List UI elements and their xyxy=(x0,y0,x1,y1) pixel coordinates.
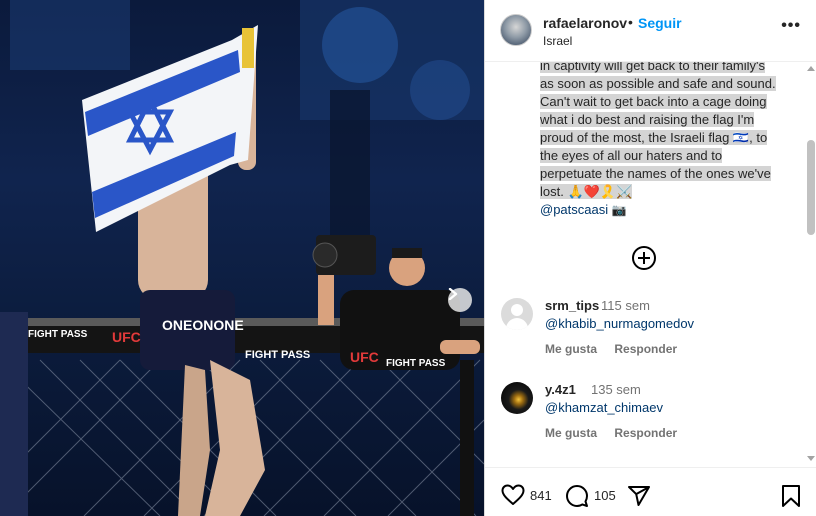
post-caption: in captivity will get back to their fami… xyxy=(540,62,802,219)
comments-count[interactable]: 105 xyxy=(594,488,616,503)
post-action-bar: 841 105 xyxy=(485,467,816,516)
share-icon[interactable] xyxy=(627,484,651,508)
caption-line: proud of the most, the Israeli flag 🇮🇱, … xyxy=(540,130,768,145)
likes-count[interactable]: 841 xyxy=(530,488,552,503)
caption-line: what i do best and raising the flag I'm xyxy=(540,112,755,127)
scrollbar-thumb[interactable] xyxy=(807,140,815,235)
credit-mention-link[interactable]: @patscaasi xyxy=(540,202,608,217)
comment-reply-button[interactable]: Responder xyxy=(614,342,677,356)
caption-line: in captivity will get back to their fami… xyxy=(540,62,766,73)
comment-actions: Me gusta Responder xyxy=(545,342,691,356)
photo-scene: FIGHT PASS UFC FIGHT PASS UFC FIGHT PASS… xyxy=(0,0,484,516)
scrollbar-up-arrow[interactable] xyxy=(807,66,815,71)
comment-username[interactable]: y.4z1 xyxy=(545,382,576,397)
post-header: rafaelaronov • Seguir Israel ••• xyxy=(485,0,816,62)
ufc-banner-right: UFC xyxy=(350,349,379,365)
comment-like-button[interactable]: Me gusta xyxy=(545,426,597,440)
caption-line: the eyes of all our haters and to xyxy=(540,148,723,163)
fightpass-banner-left: FIGHT PASS xyxy=(28,329,88,340)
comment-reply-button[interactable]: Responder xyxy=(614,426,677,440)
comment-text-mention[interactable]: @khabib_nurmagomedov xyxy=(545,316,694,331)
scrollbar-down-arrow[interactable] xyxy=(807,456,815,461)
follow-button[interactable]: Seguir xyxy=(638,15,682,31)
comment-time[interactable]: 115 sem xyxy=(601,298,650,313)
camera-emoji: 📷 xyxy=(611,203,627,217)
caption-line: Can't wait to get back into a cage doing xyxy=(540,94,767,109)
load-more-comments-button[interactable] xyxy=(632,246,656,270)
post-photo[interactable]: FIGHT PASS UFC FIGHT PASS UFC FIGHT PASS… xyxy=(0,0,484,516)
shorts-logo: ONEONONE xyxy=(162,317,244,333)
ufc-banner-left: UFC xyxy=(112,329,141,345)
caption-line: perpetuate the names of the ones we've xyxy=(540,166,771,181)
fightpass-banner-mid: FIGHT PASS xyxy=(245,349,310,361)
post-details-panel: rafaelaronov • Seguir Israel ••• in capt… xyxy=(484,0,816,516)
chevron-right-icon xyxy=(448,288,458,300)
more-options-icon[interactable]: ••• xyxy=(781,17,801,35)
comments-scroll-area[interactable]: in captivity will get back to their fami… xyxy=(485,62,816,467)
caption-line: lost. 🙏❤️🎗️⚔️ xyxy=(540,184,633,199)
header-separator: • xyxy=(628,14,633,30)
heart-icon[interactable] xyxy=(501,484,525,506)
next-photo-button[interactable] xyxy=(448,288,472,312)
comment-icon[interactable] xyxy=(565,484,589,508)
fightpass-banner-right: FIGHT PASS xyxy=(386,358,446,369)
author-username[interactable]: rafaelaronov xyxy=(543,15,627,31)
comment-actions: Me gusta Responder xyxy=(545,426,691,440)
bookmark-icon[interactable] xyxy=(781,484,801,508)
comment-time[interactable]: 135 sem xyxy=(591,382,641,397)
post-location[interactable]: Israel xyxy=(543,34,572,48)
comment-text-mention[interactable]: @khamzat_chimaev xyxy=(545,400,663,415)
comment-like-button[interactable]: Me gusta xyxy=(545,342,597,356)
comment-username[interactable]: srm_tips xyxy=(545,298,599,313)
author-avatar[interactable] xyxy=(500,14,532,46)
commenter-avatar[interactable] xyxy=(501,298,533,330)
commenter-avatar[interactable] xyxy=(501,382,533,414)
caption-line: as soon as possible and safe and sound. xyxy=(540,76,776,91)
